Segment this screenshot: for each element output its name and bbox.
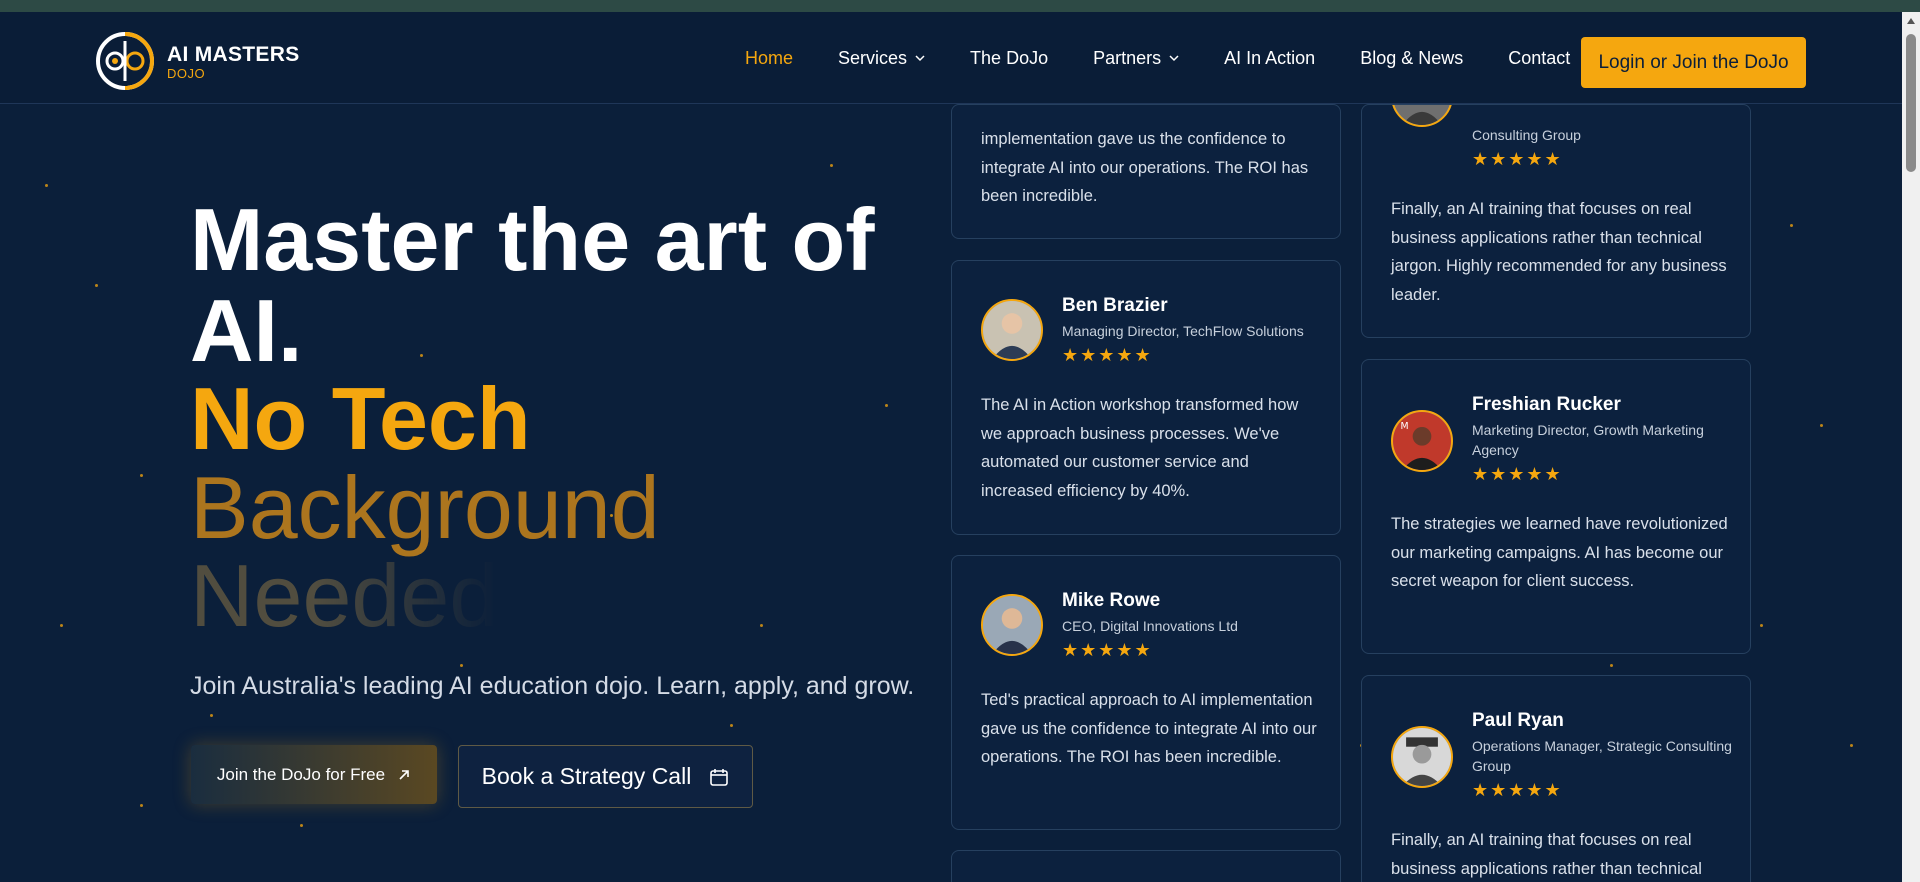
- nav-partners-label: Partners: [1093, 47, 1162, 68]
- avatar: [981, 299, 1043, 361]
- nav-services[interactable]: Services: [838, 48, 925, 69]
- testimonial-name: Mike Rowe: [1062, 590, 1161, 611]
- testimonial-name: Freshian Rucker: [1472, 394, 1621, 415]
- hero-title-line-2: AI.: [190, 281, 303, 380]
- testimonial-role: Marketing Director, Growth Marketing Age…: [1472, 422, 1704, 458]
- logo-subtitle: DOJO: [167, 66, 206, 81]
- avatar: [1391, 726, 1453, 788]
- nav-ai-in-action[interactable]: AI In Action: [1224, 48, 1315, 69]
- testimonial-role: Managing Director, TechFlow Solutions: [1062, 323, 1304, 339]
- nav-services-label: Services: [838, 47, 908, 68]
- testimonial-quote: Ted's practical approach to AI implement…: [981, 691, 1317, 766]
- testimonial-quote: Finally, an AI training that focuses on …: [1391, 831, 1702, 878]
- site-logo[interactable]: AI MASTERS DOJO: [95, 31, 305, 91]
- nav-home-label: Home: [745, 47, 794, 68]
- logo-title: AI MASTERS: [167, 43, 300, 66]
- testimonial-name: Ben Brazier: [1062, 295, 1168, 316]
- scroll-up-arrow-icon[interactable]: [1907, 18, 1915, 24]
- login-join-button[interactable]: Login or Join the DoJo: [1581, 37, 1806, 88]
- scrollbar-thumb[interactable]: [1906, 34, 1916, 172]
- testimonial-name: Paul Ryan: [1472, 710, 1564, 731]
- rating-stars: ★★★★★: [1472, 149, 1563, 169]
- nav-ai-in-action-label: AI In Action: [1224, 47, 1316, 68]
- nav-the-dojo[interactable]: The DoJo: [970, 48, 1048, 69]
- testimonial-role: Consulting Group: [1472, 127, 1581, 143]
- testimonial-quote: The strategies we learned have revolutio…: [1391, 515, 1728, 590]
- testimonial-role: Operations Manager, Strategic Consulting…: [1472, 738, 1732, 774]
- avatar: M: [1391, 410, 1453, 472]
- svg-text:M: M: [1400, 421, 1408, 432]
- nav-contact[interactable]: Contact: [1508, 48, 1570, 69]
- testimonial-card: Ben Brazier Managing Director, TechFlow …: [951, 260, 1341, 535]
- book-strategy-call-button[interactable]: Book a Strategy Call: [458, 745, 753, 808]
- join-dojo-free-label: Join the DoJo for Free: [216, 764, 386, 784]
- rating-stars: ★★★★★: [1472, 780, 1563, 800]
- main-nav: Home Services The DoJo Partners AI In Ac…: [745, 12, 1615, 104]
- rating-stars: ★★★★★: [1062, 345, 1153, 365]
- page-scrollbar[interactable]: [1902, 12, 1920, 882]
- nav-blog-news-label: Blog & News: [1360, 47, 1464, 68]
- nav-contact-label: Contact: [1508, 47, 1571, 68]
- avatar: [981, 594, 1043, 656]
- calendar-icon: [710, 768, 729, 786]
- testimonial-card: Mike Rowe CEO, Digital Innovations Ltd ★…: [951, 555, 1341, 830]
- hero-subtitle: Join Australia's leading AI education do…: [190, 672, 915, 700]
- join-dojo-free-button[interactable]: Join the DoJo for Free: [191, 745, 437, 804]
- testimonial-card: Consulting Group ★★★★★ Finally, an AI tr…: [1361, 104, 1751, 338]
- nav-blog-news[interactable]: Blog & News: [1360, 48, 1463, 69]
- nav-home[interactable]: Home: [745, 48, 793, 69]
- testimonial-card: M Freshian Rucker Marketing Director, Gr…: [1361, 359, 1751, 654]
- hero-title-line-1: Master the art of: [190, 190, 875, 289]
- testimonial-quote: The AI in Action workshop transformed ho…: [981, 396, 1299, 500]
- hero-title-line-5: Needed: [190, 546, 499, 645]
- browser-top-strip: [0, 0, 1920, 12]
- hero-title-line-4: Background: [190, 458, 660, 557]
- arrow-up-right-icon: [399, 769, 409, 780]
- testimonial-quote: implementation gave us the confidence to…: [981, 130, 1309, 205]
- logo-brain-icon: [96, 32, 154, 90]
- hero-title-line-3: No Tech: [190, 369, 531, 468]
- testimonial-card: implementation gave us the confidence to…: [951, 104, 1341, 239]
- chevron-down-icon: [1169, 55, 1179, 62]
- book-strategy-call-label: Book a Strategy Call: [481, 763, 692, 789]
- nav-partners[interactable]: Partners: [1093, 48, 1179, 69]
- rating-stars: ★★★★★: [1062, 640, 1153, 660]
- site-header: AI MASTERS DOJO Home Services The DoJo P…: [0, 12, 1902, 104]
- testimonial-role: CEO, Digital Innovations Ltd: [1062, 618, 1238, 634]
- testimonial-card: [951, 850, 1341, 882]
- testimonial-quote: Finally, an AI training that focuses on …: [1391, 200, 1727, 304]
- rating-stars: ★★★★★: [1472, 464, 1563, 484]
- testimonial-card: Paul Ryan Operations Manager, Strategic …: [1361, 675, 1751, 882]
- nav-the-dojo-label: The DoJo: [970, 47, 1049, 68]
- avatar: [1391, 105, 1453, 127]
- chevron-down-icon: [915, 55, 925, 62]
